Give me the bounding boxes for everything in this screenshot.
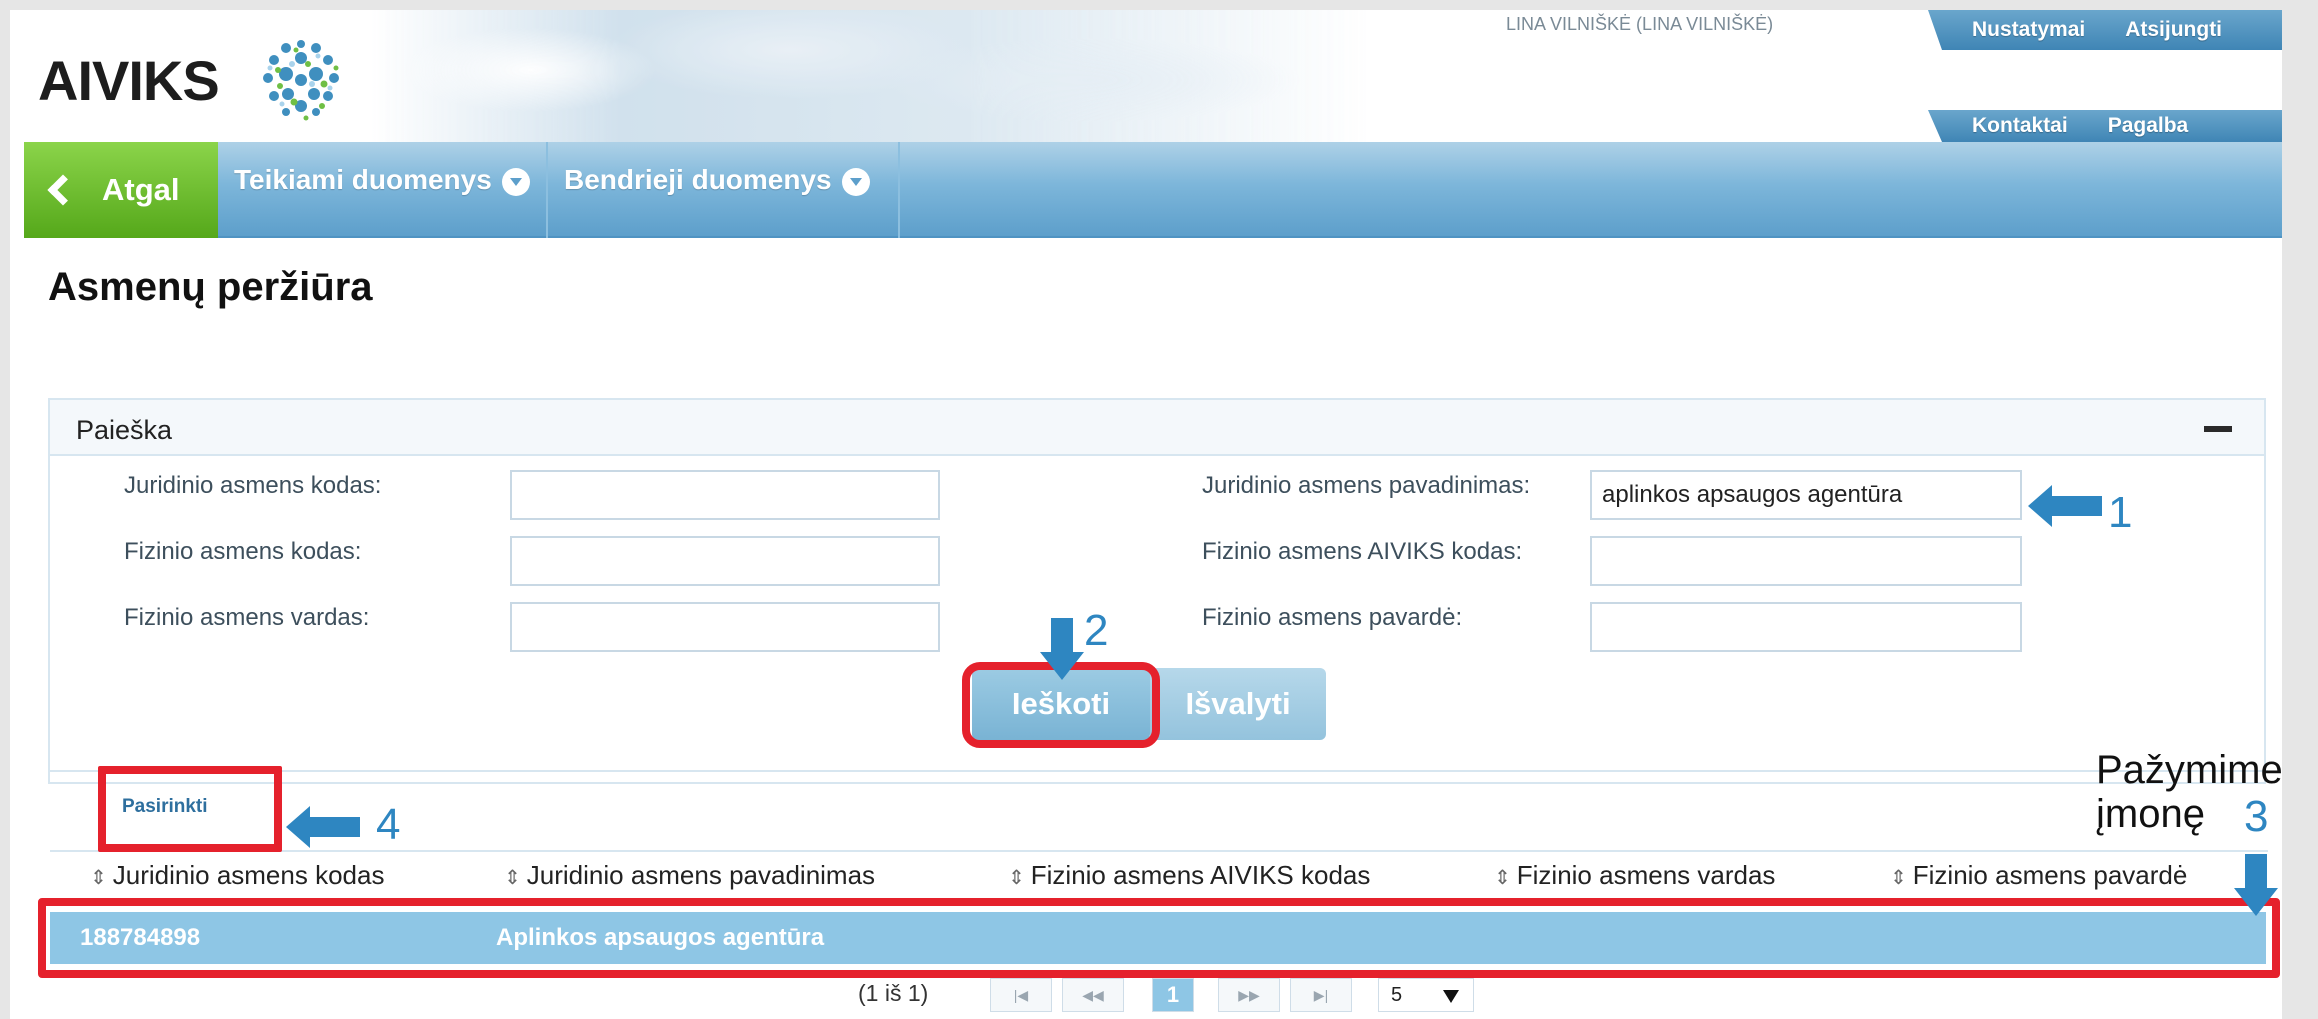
legal-code-input[interactable]: [510, 470, 940, 520]
nav-item-teikiami-duomenys[interactable]: Teikiami duomenys: [218, 142, 548, 238]
settings-link[interactable]: Nustatymai: [1952, 18, 2105, 42]
chevron-left-icon: [47, 174, 79, 206]
logout-link[interactable]: Atsijungti: [2105, 18, 2242, 42]
sort-icon: ⇕: [1890, 867, 1907, 889]
dropdown-triangle-icon: [1443, 990, 1459, 1003]
step-3-number: 3: [2244, 792, 2269, 841]
logged-in-user: LINA VILNIŠKĖ (LINA VILNIŠKĖ): [1506, 14, 1774, 34]
column-header-aiviks-code[interactable]: ⇕ Fizinio asmens AIVIKS kodas: [1008, 860, 1370, 891]
sort-icon: ⇕: [1494, 867, 1511, 889]
person-aiviks-code-input[interactable]: [1590, 536, 2022, 586]
results-table-header: ⇕ Juridinio asmens kodas ⇕ Juridinio asmen…: [50, 850, 2268, 902]
arrow-left-icon: [2028, 485, 2102, 527]
step-2-number: 2: [1084, 606, 1109, 655]
sort-icon: ⇕: [504, 867, 521, 889]
app-window: AIVIKS LINA VILNIŠKĖ (LINA VILNIŠKĖ) Nus…: [10, 10, 2282, 1019]
results-divider: [50, 770, 2268, 772]
sort-icon: ⇕: [1008, 867, 1025, 889]
last-page-icon[interactable]: ▶|: [1290, 978, 1352, 1012]
column-header-legal-code[interactable]: ⇕ Juridinio asmens kodas: [90, 860, 384, 891]
chevron-down-icon: [501, 168, 530, 196]
page-current[interactable]: 1: [1152, 978, 1194, 1012]
pagination: (1 iš 1) |◀ ◀◀ 1 ▶▶ ▶| 5: [10, 978, 2282, 1014]
legal-name-input[interactable]: [1590, 470, 2022, 520]
highlight-result-row: [38, 898, 2280, 978]
pager-info: (1 iš 1): [858, 980, 929, 1006]
highlight-select-link: [98, 766, 282, 852]
person-aiviks-code-label: Fizinio asmens AIVIKS kodas:: [1202, 538, 1523, 565]
person-first-name-input[interactable]: [510, 602, 940, 652]
header-sky-banner: [370, 10, 1370, 142]
next-page-icon[interactable]: ▶▶: [1218, 978, 1280, 1012]
header: AIVIKS LINA VILNIŠKĖ (LINA VILNIŠKĖ) Nus…: [10, 10, 2282, 142]
clear-button[interactable]: Išvalyti: [1150, 668, 1326, 740]
contacts-link[interactable]: Kontaktai: [1952, 114, 2088, 138]
step-4-number: 4: [376, 800, 401, 849]
rows-per-page-select[interactable]: 5: [1378, 978, 1474, 1012]
person-first-name-label: Fizinio asmens vardas:: [124, 604, 370, 631]
top-links: Nustatymai Atsijungti: [1928, 10, 2282, 50]
column-header-first-name[interactable]: ⇕ Fizinio asmens vardas: [1494, 860, 1775, 891]
search-panel-header[interactable]: Paieška: [50, 400, 2264, 456]
back-button-label: Atgal: [102, 172, 180, 207]
sort-icon: ⇕: [90, 867, 107, 889]
nav-item-label: Bendrieji duomenys: [564, 164, 832, 195]
legal-code-label: Juridinio asmens kodas:: [124, 472, 382, 499]
chevron-down-icon: [841, 168, 870, 196]
arrow-down-icon: [1040, 618, 1084, 680]
page-title: Asmenų peržiūra: [48, 265, 373, 309]
arrow-left-icon: [286, 806, 360, 848]
logo-text: AIVIKS: [38, 49, 220, 112]
search-panel-title: Paieška: [76, 415, 173, 445]
first-page-icon[interactable]: |◀: [990, 978, 1052, 1012]
column-header-last-name[interactable]: ⇕ Fizinio asmens pavardė: [1890, 860, 2187, 891]
main-navbar: Atgal Teikiami duomenys Bendrieji duomen…: [24, 142, 2282, 238]
logo-dots-icon: [263, 40, 339, 121]
person-code-input[interactable]: [510, 536, 940, 586]
secondary-links: Kontaktai Pagalba: [1928, 110, 2282, 142]
person-last-name-label: Fizinio asmens pavardė:: [1202, 604, 1463, 631]
person-code-label: Fizinio asmens kodas:: [124, 538, 362, 565]
prev-page-icon[interactable]: ◀◀: [1062, 978, 1124, 1012]
back-button[interactable]: Atgal: [24, 142, 218, 238]
step-1-number: 1: [2108, 488, 2133, 537]
column-header-legal-name[interactable]: ⇕ Juridinio asmens pavadinimas: [504, 860, 875, 891]
nav-item-bendrieji-duomenys[interactable]: Bendrieji duomenys: [548, 142, 900, 238]
help-link[interactable]: Pagalba: [2088, 114, 2209, 138]
person-last-name-input[interactable]: [1590, 602, 2022, 652]
nav-item-label: Teikiami duomenys: [234, 164, 492, 195]
legal-name-label: Juridinio asmens pavadinimas:: [1202, 472, 1531, 499]
collapse-icon[interactable]: [2204, 426, 2232, 432]
arrow-down-icon: [2234, 854, 2278, 916]
